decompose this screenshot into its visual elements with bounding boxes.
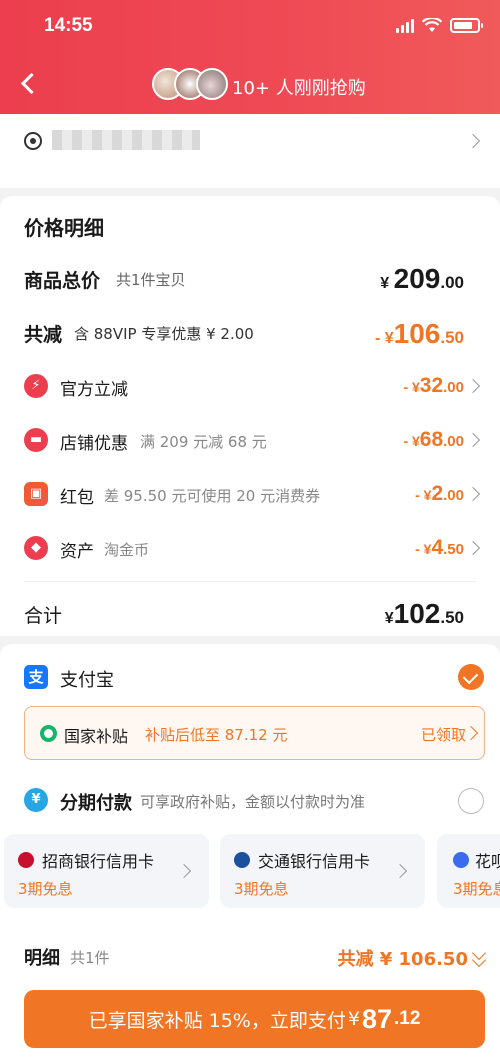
location-pin-icon bbox=[24, 132, 42, 150]
pay-button-decimal: .12 bbox=[394, 1008, 421, 1029]
cellular-signal-icon bbox=[396, 18, 414, 33]
chevron-right-icon bbox=[176, 863, 192, 879]
buyer-avatars bbox=[152, 68, 228, 100]
bank-name: 交通银行信用卡 bbox=[258, 852, 371, 871]
total-reduction-amount: - ¥106.50 bbox=[374, 318, 464, 349]
address-text-masked bbox=[52, 130, 200, 150]
discount-label: 店铺优惠 bbox=[60, 434, 128, 454]
red-packet-icon: ▣ bbox=[24, 482, 48, 506]
subtotal-label: 合计 bbox=[24, 605, 63, 627]
pay-now-button[interactable]: 已享国家补贴 15%，立即支付 ¥ 87 .12 bbox=[24, 990, 485, 1048]
pay-button-text: 已享国家补贴 15%，立即支付 bbox=[88, 1009, 346, 1032]
alipay-icon: 支 bbox=[24, 665, 48, 689]
discount-label: 官方立减 bbox=[60, 380, 128, 400]
total-reduction-label: 共减 bbox=[24, 324, 63, 346]
status-icons bbox=[396, 18, 483, 33]
address-card[interactable] bbox=[0, 114, 500, 188]
detail-label: 明细 bbox=[24, 948, 60, 969]
discount-amount[interactable]: - ¥2.00 bbox=[415, 482, 464, 506]
battery-icon bbox=[450, 18, 483, 33]
total-reduction-note: 含 88VIP 专享优惠 ¥ 2.00 bbox=[74, 325, 254, 343]
bank-free-terms: 3期免息 bbox=[18, 880, 73, 898]
goods-total-label: 商品总价 bbox=[24, 270, 101, 292]
top-header: 14:55 10+ 人刚刚抢购 bbox=[0, 0, 500, 114]
subsidy-claimed-link[interactable]: 已领取 bbox=[421, 724, 466, 745]
goods-total-amount: ¥ 209.00 bbox=[380, 263, 464, 294]
installment-name[interactable]: 分期付款 bbox=[60, 789, 132, 815]
selected-check-icon[interactable] bbox=[458, 664, 484, 690]
discount-label: 资产 bbox=[60, 542, 94, 562]
divider bbox=[24, 581, 476, 582]
discount-amount[interactable]: - ¥68.00 bbox=[403, 428, 464, 452]
lightning-icon: ⚡ bbox=[24, 374, 48, 398]
pay-button-amount: 87 bbox=[361, 1003, 392, 1034]
installment-radio[interactable] bbox=[458, 788, 484, 814]
price-detail-title: 价格明细 bbox=[24, 216, 104, 240]
detail-total-reduction[interactable]: 共减 ¥ 106.50 bbox=[337, 945, 468, 971]
installment-desc: 可享政府补贴，金额以付款时为准 bbox=[140, 793, 366, 811]
store-icon: ▬ bbox=[24, 428, 48, 452]
bank-option-huabei[interactable]: 花呗 3期免息 bbox=[437, 834, 500, 908]
bank-free-terms: 3期免息 bbox=[234, 880, 289, 898]
huabei-logo-icon bbox=[453, 852, 469, 868]
bank-name: 花呗 bbox=[475, 852, 500, 871]
bank-name: 招商银行信用卡 bbox=[42, 852, 155, 871]
subsidy-name: 国家补贴 bbox=[64, 727, 129, 746]
back-button[interactable] bbox=[18, 70, 42, 98]
subsidy-icon bbox=[40, 725, 57, 742]
discount-sub: 淘金币 bbox=[104, 541, 150, 559]
chevron-right-icon bbox=[392, 863, 408, 879]
bocom-logo-icon bbox=[234, 852, 250, 868]
discount-sub: 满 209 元减 68 元 bbox=[140, 433, 267, 451]
discount-sub: 差 95.50 元可使用 20 元消费券 bbox=[104, 487, 321, 505]
pay-button-currency: ¥ bbox=[347, 1008, 360, 1030]
installment-icon: ¥ bbox=[24, 788, 48, 812]
price-detail-card bbox=[0, 196, 500, 636]
discount-amount[interactable]: - ¥32.00 bbox=[403, 374, 464, 398]
bank-option-bocom[interactable]: 交通银行信用卡 3期免息 bbox=[220, 834, 425, 908]
subsidy-desc: 补贴后低至 87.12 元 bbox=[145, 726, 288, 744]
cmb-logo-icon bbox=[18, 852, 34, 868]
tag-icon: ◆ bbox=[24, 536, 48, 560]
goods-total-count: 共1件宝贝 bbox=[116, 271, 186, 289]
discount-label: 红包 bbox=[60, 488, 94, 508]
subtotal-amount: ¥102.50 bbox=[384, 598, 464, 629]
wifi-icon bbox=[422, 18, 442, 32]
payment-method-name[interactable]: 支付宝 bbox=[60, 666, 114, 692]
bank-free-terms: 3期免息 bbox=[453, 880, 500, 898]
discount-amount[interactable]: - ¥4.50 bbox=[415, 536, 464, 560]
status-time: 14:55 bbox=[44, 15, 93, 36]
detail-count: 共1件 bbox=[70, 949, 110, 967]
avatar bbox=[196, 68, 228, 100]
bank-option-cmb[interactable]: 招商银行信用卡 3期免息 bbox=[4, 834, 209, 908]
header-title: 10+ 人刚刚抢购 bbox=[232, 78, 366, 99]
